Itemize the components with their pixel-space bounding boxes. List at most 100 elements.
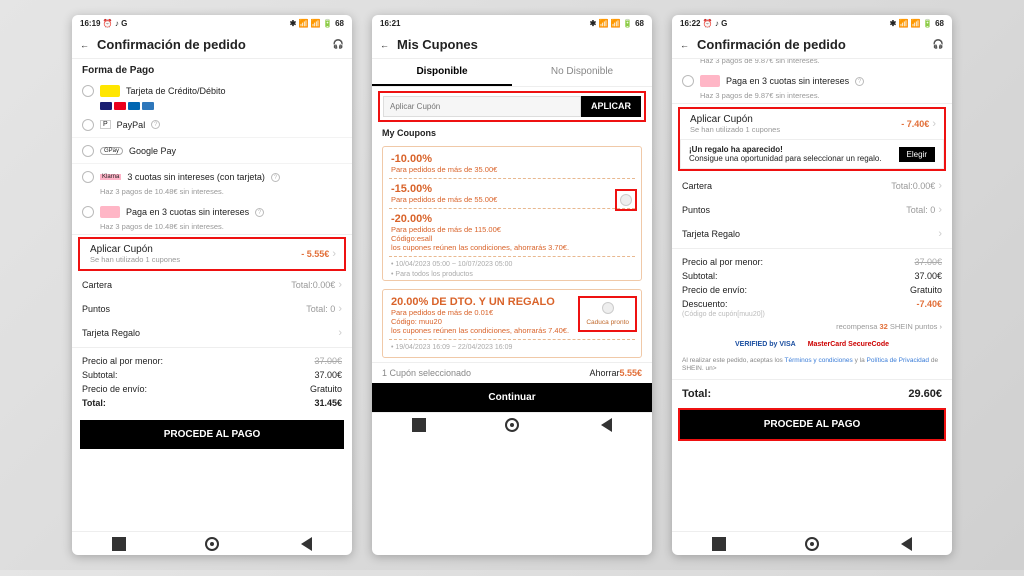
total-value: 31.45€ <box>314 398 342 408</box>
pay-credit-row[interactable]: Tarjeta de Crédito/Débito <box>72 78 352 104</box>
nav-recent-icon[interactable] <box>412 418 426 432</box>
nav-recent-icon[interactable] <box>712 537 726 551</box>
status-right-icons: ✱ 📶 📶 🔋 68 <box>590 19 644 28</box>
status-left-icons: ⏰ ♪ G <box>103 19 128 28</box>
tab-available[interactable]: Disponible <box>372 59 512 86</box>
header: ← Confirmación de pedido 🎧 <box>72 31 352 59</box>
cartera-row[interactable]: Cartera Total:0.00€› <box>72 273 352 297</box>
cartera-label: Cartera <box>682 181 712 191</box>
cartera-row[interactable]: Cartera Total:0.00€› <box>672 174 952 198</box>
terms-link[interactable]: Términos y condiciones <box>785 357 853 364</box>
selected-count: 1 Cupón seleccionado <box>382 368 471 378</box>
back-icon[interactable]: ← <box>680 40 689 50</box>
info-icon[interactable]: ? <box>151 120 160 129</box>
gpay-icon: GPay <box>100 147 123 155</box>
installment-icon <box>100 206 120 218</box>
pay-klarna-sub: Haz 3 pagos de 10.48€ sin intereses. <box>72 187 352 196</box>
page-title: Confirmación de pedido <box>697 37 925 52</box>
statusbar: 16:22 ⏰ ♪ G ✱ 📶 📶 🔋 68 <box>672 15 952 31</box>
apply-coupon-row[interactable]: Aplicar Cupón Se han utilizado 1 cupones… <box>78 237 346 271</box>
radio-icon[interactable] <box>82 206 94 218</box>
info-icon[interactable]: ? <box>255 208 264 217</box>
apply-coupon-value: - 5.55€ <box>301 249 329 259</box>
pay-paypal-label: PayPal <box>117 120 146 130</box>
gift-text: Consigue una oportunidad para selecciona… <box>689 154 899 163</box>
prev-payment-sub: Haz 3 pagos de 9.87€ sin intereses. <box>672 59 952 65</box>
headset-icon[interactable]: 🎧 <box>933 39 944 50</box>
coupon-card[interactable]: -10.00% Para pedidos de más de 35.00€ -1… <box>382 146 642 281</box>
tarjeta-regalo-row[interactable]: Tarjeta Regalo › <box>72 321 352 345</box>
proceed-pay-button[interactable]: PROCEDE AL PAGO <box>80 420 344 449</box>
total-value: 29.60€ <box>908 388 942 400</box>
envio-label: Precio de envío: <box>82 384 147 394</box>
coupon-gift-card[interactable]: 20.00% DE DTO. Y UN REGALO Para pedidos … <box>382 289 642 358</box>
apply-coupon-row[interactable]: Aplicar Cupón Se han utilizado 1 cupones… <box>680 109 944 139</box>
tarjeta-regalo-row[interactable]: Tarjeta Regalo › <box>672 222 952 246</box>
coupon-save: los cupones reúnen las condiciones, ahor… <box>391 243 633 252</box>
nav-back-icon[interactable] <box>598 418 612 432</box>
save-label: Ahorrar <box>589 368 619 378</box>
cartera-label: Cartera <box>82 280 112 290</box>
save-value: 5.55€ <box>619 368 642 378</box>
nav-home-icon[interactable] <box>805 537 819 551</box>
pay-3cuotas-label: Paga en 3 cuotas sin intereses <box>726 76 849 86</box>
privacy-link[interactable]: Política de Privacidad <box>867 357 930 364</box>
nav-back-icon[interactable] <box>298 537 312 551</box>
coupon-dates: • 10/04/2023 05:00 ~ 10/07/2023 05:00 <box>391 261 633 268</box>
chevron-right-icon: › <box>338 303 342 315</box>
nav-home-icon[interactable] <box>205 537 219 551</box>
puntos-row[interactable]: Puntos Total: 0› <box>72 297 352 321</box>
legal-text: Al realizar este pedido, aceptas los Tér… <box>672 354 952 377</box>
nav-home-icon[interactable] <box>505 418 519 432</box>
headset-icon[interactable]: 🎧 <box>333 39 344 50</box>
pay-credit-label: Tarjeta de Crédito/Débito <box>126 86 226 96</box>
apply-coupon-used: Se han utilizado 1 cupones <box>690 125 901 134</box>
radio-icon[interactable] <box>82 171 94 183</box>
header: ← Mis Cupones <box>372 31 652 59</box>
radio-icon[interactable] <box>682 75 694 87</box>
nav-back-icon[interactable] <box>898 537 912 551</box>
coupon-bottom-bar: 1 Cupón seleccionado Ahorrar5.55€ <box>372 362 652 383</box>
pay-klarna-label: 3 cuotas sin intereses (con tarjeta) <box>127 172 265 182</box>
choose-gift-button[interactable]: Elegir <box>899 147 935 162</box>
pay-paypal-row[interactable]: P PayPal ? <box>72 112 352 138</box>
radio-icon[interactable] <box>82 85 94 97</box>
proceed-pay-button[interactable]: PROCEDE AL PAGO <box>680 410 944 439</box>
subtotal-label: Subtotal: <box>82 370 118 380</box>
tab-unavailable[interactable]: No Disponible <box>512 59 652 86</box>
coupon-scope: • Para todos los productos <box>391 271 633 278</box>
status-right-icons: ✱ 📶 📶 🔋 68 <box>290 19 344 28</box>
card-icon <box>100 85 120 97</box>
puntos-row[interactable]: Puntos Total: 0› <box>672 198 952 222</box>
envio-value: Gratuito <box>310 384 342 394</box>
klarna-icon: Klarna <box>100 174 121 180</box>
back-icon[interactable]: ← <box>80 40 89 50</box>
nav-recent-icon[interactable] <box>112 537 126 551</box>
info-icon[interactable]: ? <box>855 77 864 86</box>
coupon-code-input[interactable] <box>383 96 581 117</box>
pay-3cuotas-sub: Haz 3 pagos de 9.87€ sin intereses. <box>672 91 952 100</box>
coupon-sub: Para pedidos de más de 55.00€ <box>391 195 633 204</box>
chevron-right-icon: › <box>332 248 336 260</box>
back-icon[interactable]: ← <box>380 40 389 50</box>
chevron-right-icon: › <box>938 180 942 192</box>
chevron-right-icon: › <box>932 118 936 130</box>
apply-button[interactable]: APLICAR <box>581 96 641 117</box>
continue-button[interactable]: Continuar <box>372 383 652 412</box>
totals: Precio al por menor:37.00€ Subtotal:37.0… <box>72 350 352 414</box>
retail-label: Precio al por menor: <box>82 356 163 366</box>
info-icon[interactable]: ? <box>271 173 280 182</box>
pay-gpay-row[interactable]: GPay Google Pay <box>72 138 352 164</box>
coupon-radio[interactable] <box>602 302 614 314</box>
total-label: Total: <box>82 398 106 408</box>
phone-order-confirm-2: 16:22 ⏰ ♪ G ✱ 📶 📶 🔋 68 ← Confirmación de… <box>672 15 952 555</box>
descuento-code: (Código de cupón[muu20]) <box>682 311 942 318</box>
gift-banner: ¡Un regalo ha aparecido! Consigue una op… <box>680 139 944 169</box>
page-title: Mis Cupones <box>397 37 644 52</box>
apply-coupon-title: Aplicar Cupón <box>90 244 301 255</box>
gift-title: ¡Un regalo ha aparecido! <box>689 145 899 154</box>
radio-icon[interactable] <box>82 119 94 131</box>
coupon-radio[interactable] <box>620 194 632 206</box>
radio-icon[interactable] <box>82 145 94 157</box>
subtotal-value: 37.00€ <box>314 370 342 380</box>
